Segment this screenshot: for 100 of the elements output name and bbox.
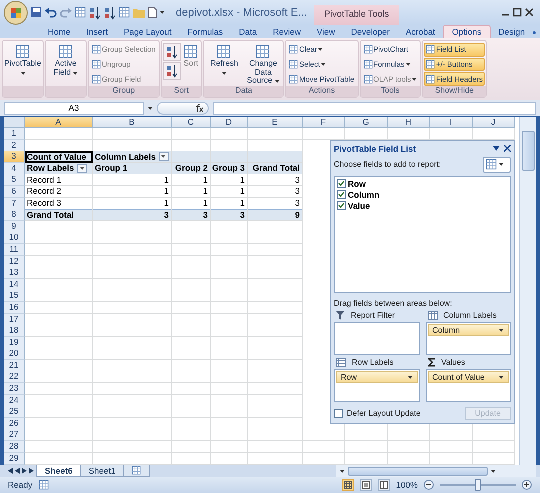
layout-button[interactable]: [483, 156, 511, 173]
table-cell[interactable]: [172, 325, 211, 338]
table-cell[interactable]: Group 2: [172, 162, 211, 175]
table-cell[interactable]: Group 3: [211, 162, 248, 175]
row-number[interactable]: 12: [4, 256, 25, 268]
table-cell[interactable]: [172, 441, 211, 454]
row-number[interactable]: 22: [4, 371, 25, 384]
table-cell[interactable]: [430, 429, 473, 442]
table-cell[interactable]: [248, 383, 303, 396]
ribbon-button[interactable]: PivotTable: [4, 43, 42, 86]
table-cell[interactable]: [93, 383, 172, 396]
table-cell[interactable]: [25, 302, 93, 314]
table-cell[interactable]: [25, 325, 93, 338]
table-cell[interactable]: [248, 371, 303, 384]
table-cell[interactable]: [93, 371, 172, 384]
table-cell[interactable]: [25, 244, 93, 256]
table-cell[interactable]: [248, 302, 303, 314]
header-letter[interactable]: B: [93, 117, 172, 128]
table-cell[interactable]: [473, 429, 515, 442]
table-cell[interactable]: Count of Value: [25, 151, 93, 164]
view-button[interactable]: [378, 479, 390, 491]
ribbon-button[interactable]: Change Data Source: [244, 43, 282, 86]
header-letter[interactable]: E: [248, 117, 303, 128]
row-number[interactable]: 6: [4, 186, 25, 198]
field-item[interactable]: Value: [337, 200, 508, 211]
header-letter[interactable]: I: [430, 117, 473, 128]
office-button[interactable]: [4, 0, 28, 24]
table-cell[interactable]: [211, 244, 248, 256]
table-cell[interactable]: [473, 128, 515, 140]
checkbox[interactable]: [337, 179, 346, 188]
row-number[interactable]: 27: [4, 429, 25, 442]
table-cell[interactable]: [93, 441, 172, 454]
table-cell[interactable]: [345, 441, 388, 454]
sheet-tab[interactable]: Sheet1: [80, 465, 125, 477]
table-cell[interactable]: [172, 151, 211, 164]
table-cell[interactable]: [172, 244, 211, 256]
ribbon-tab[interactable]: Acrobat: [398, 26, 444, 38]
table-cell[interactable]: [303, 429, 345, 442]
filter-button[interactable]: [158, 152, 169, 162]
header-letter[interactable]: H: [388, 117, 430, 128]
table-cell[interactable]: [93, 429, 172, 442]
field-item[interactable]: Row: [337, 178, 508, 189]
table-cell[interactable]: 1: [172, 174, 211, 186]
table-cell[interactable]: [93, 290, 172, 302]
ribbon-tab[interactable]: Insert: [78, 26, 116, 38]
table-cell[interactable]: [25, 290, 93, 302]
table-cell[interactable]: 3: [248, 186, 303, 198]
close-icon[interactable]: [525, 8, 534, 17]
slider-thumb[interactable]: [475, 479, 481, 491]
table-cell[interactable]: 1: [211, 186, 248, 198]
table-cell[interactable]: [93, 128, 172, 140]
table-cell[interactable]: 3: [93, 209, 172, 222]
table-cell[interactable]: [303, 441, 345, 454]
table-cell[interactable]: [473, 452, 515, 465]
table-cell[interactable]: [248, 325, 303, 338]
table-cell[interactable]: [93, 302, 172, 314]
sheet-tab[interactable]: Sheet6: [36, 465, 82, 477]
table-cell[interactable]: [211, 302, 248, 314]
save-icon[interactable]: [31, 7, 42, 18]
checkbox[interactable]: [337, 190, 346, 200]
ribbon-button[interactable]: Active Field: [47, 43, 85, 86]
row-number[interactable]: 3: [4, 151, 25, 164]
table-cell[interactable]: [211, 383, 248, 396]
table-cell[interactable]: [25, 406, 93, 418]
table-cell[interactable]: Record 1: [25, 174, 93, 186]
checkbox[interactable]: [334, 409, 343, 418]
table-cell[interactable]: [248, 244, 303, 256]
table-cell[interactable]: [172, 429, 211, 442]
row-number[interactable]: 4: [4, 162, 25, 175]
table-cell[interactable]: [172, 128, 211, 140]
table-cell[interactable]: [211, 325, 248, 338]
row-number[interactable]: 17: [4, 314, 25, 326]
ribbon-tab[interactable]: Formulas: [180, 26, 232, 38]
table-cell[interactable]: [248, 232, 303, 244]
table-cell[interactable]: Group 1: [93, 162, 172, 175]
table-cell[interactable]: [172, 452, 211, 465]
field-chip[interactable]: Count of Value: [428, 371, 509, 383]
row-number[interactable]: 21: [4, 360, 25, 372]
zoom-out-icon[interactable]: [424, 480, 434, 490]
table-cell[interactable]: 1: [211, 174, 248, 186]
table-cell[interactable]: 3: [172, 209, 211, 222]
view-button[interactable]: [342, 479, 354, 491]
table-cell[interactable]: [473, 441, 515, 454]
table-cell[interactable]: [388, 441, 430, 454]
table-cell[interactable]: Grand Total: [25, 209, 93, 222]
table-cell[interactable]: [172, 267, 211, 280]
table-cell[interactable]: [303, 452, 345, 465]
table-cell[interactable]: Record 2: [25, 186, 93, 198]
row-number[interactable]: 29: [4, 452, 25, 465]
row-number[interactable]: 19: [4, 336, 25, 349]
row-number[interactable]: 20: [4, 348, 25, 360]
table-cell[interactable]: [211, 290, 248, 302]
ribbon-button[interactable]: Refresh: [205, 43, 244, 86]
table-cell[interactable]: [172, 232, 211, 244]
header-letter[interactable]: A: [25, 117, 93, 128]
table-cell[interactable]: [25, 348, 93, 360]
ribbon-tab[interactable]: Home: [40, 26, 79, 38]
table-cell[interactable]: [211, 348, 248, 360]
table-cell[interactable]: Column Labels: [93, 151, 172, 164]
table-cell[interactable]: 3: [248, 174, 303, 186]
